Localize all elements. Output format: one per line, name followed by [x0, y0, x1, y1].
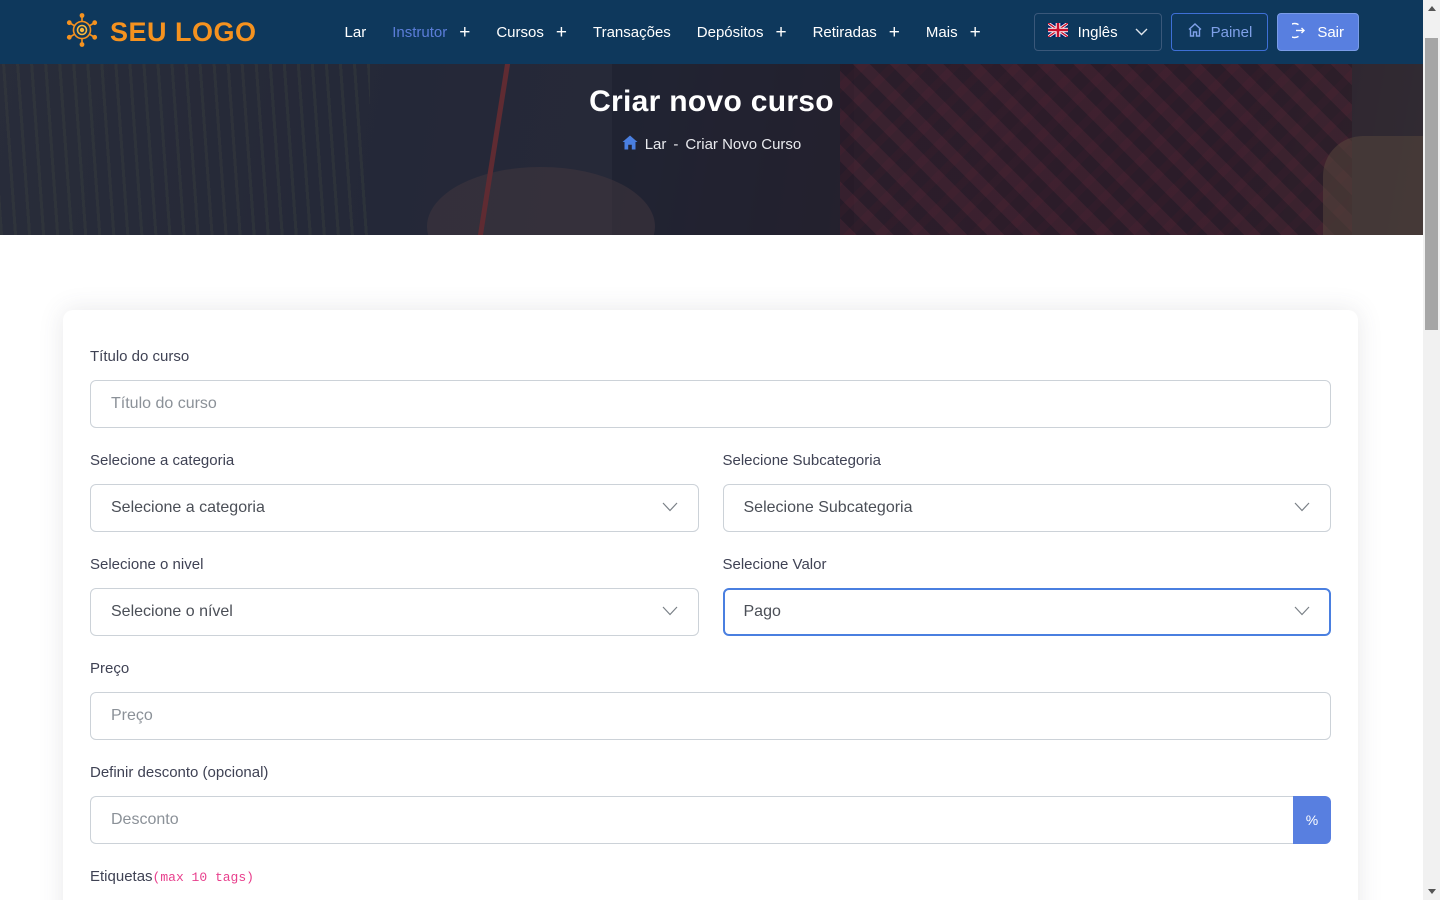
chevron-down-icon [1135, 23, 1148, 41]
logo-text: SEU LOGO [110, 17, 257, 48]
nav-link-cursos[interactable]: Cursos [496, 24, 544, 41]
language-selector[interactable]: Inglês [1034, 13, 1162, 51]
subcategory-select[interactable]: Selecione Subcategoria [723, 484, 1332, 532]
plus-icon[interactable]: + [889, 23, 900, 42]
tags-group: Etiquetas(max 10 tags) [90, 868, 1331, 900]
nav-item-lar[interactable]: Lar [345, 24, 367, 41]
navbar-right: Inglês Painel [1034, 13, 1359, 51]
breadcrumb-home-link[interactable]: Lar [645, 136, 667, 153]
plus-icon[interactable]: + [970, 23, 981, 42]
paid-label: Selecione Valor [723, 556, 1332, 573]
hero-content: Criar novo curso Lar - Criar Novo Curso [0, 64, 1423, 154]
nav-item-cursos[interactable]: Cursos + [496, 23, 567, 42]
plus-icon[interactable]: + [556, 23, 567, 42]
logo[interactable]: SEU LOGO [62, 10, 257, 55]
subcategory-group: Selecione Subcategoria Selecione Subcate… [723, 452, 1332, 532]
logout-button-label: Sair [1317, 24, 1344, 41]
price-input[interactable] [90, 692, 1331, 740]
scrollbar-up-arrow[interactable] [1423, 0, 1440, 17]
scrollbar-thumb[interactable] [1425, 38, 1438, 330]
level-row: Selecione o nivel Selecione o nível Sele… [90, 556, 1331, 660]
vertical-scrollbar[interactable] [1423, 0, 1440, 900]
nav-link-depositos[interactable]: Depósitos [697, 24, 764, 41]
discount-input[interactable] [90, 796, 1293, 844]
category-label: Selecione a categoria [90, 452, 699, 469]
course-title-label: Título do curso [90, 348, 1331, 365]
tags-label-text: Etiquetas [90, 868, 153, 885]
nav-item-retiradas[interactable]: Retiradas + [813, 23, 900, 42]
nav-item-mais[interactable]: Mais + [926, 23, 981, 42]
nav-link-instrutor[interactable]: Instrutor [392, 24, 447, 41]
paid-group: Selecione Valor Pago [723, 556, 1332, 636]
chevron-down-icon [1294, 603, 1310, 621]
price-group: Preço [90, 660, 1331, 740]
hero-banner: Criar novo curso Lar - Criar Novo Curso [0, 64, 1423, 235]
chevron-down-icon [1294, 499, 1310, 517]
panel-button-label: Painel [1211, 24, 1253, 41]
scrollbar-down-arrow[interactable] [1423, 883, 1440, 900]
level-select[interactable]: Selecione o nível [90, 588, 699, 636]
nav-menu: Lar Instrutor + Cursos + Transações Depó… [345, 23, 981, 42]
breadcrumb-current: Criar Novo Curso [685, 136, 801, 153]
plus-icon[interactable]: + [459, 23, 470, 42]
home-icon [1187, 22, 1203, 42]
category-row: Selecione a categoria Selecione a catego… [90, 452, 1331, 556]
create-course-form-card: Título do curso Selecione a categoria Se… [63, 310, 1358, 900]
category-select[interactable]: Selecione a categoria [90, 484, 699, 532]
course-title-input[interactable] [90, 380, 1331, 428]
home-icon [622, 135, 638, 154]
course-title-group: Título do curso [90, 348, 1331, 428]
chevron-down-icon [662, 499, 678, 517]
paid-select-value: Pago [744, 603, 781, 621]
nav-link-transacoes[interactable]: Transações [593, 24, 671, 41]
breadcrumb-separator: - [673, 136, 678, 153]
language-label: Inglês [1078, 24, 1118, 41]
nav-item-transacoes[interactable]: Transações [593, 24, 671, 41]
breadcrumb: Lar - Criar Novo Curso [0, 135, 1423, 154]
level-select-value: Selecione o nível [111, 603, 233, 621]
nav-link-lar[interactable]: Lar [345, 24, 367, 41]
discount-input-group: % [90, 796, 1331, 844]
tags-max-hint: (max 10 tags) [153, 870, 254, 885]
nav-link-retiradas[interactable]: Retiradas [813, 24, 877, 41]
page-title: Criar novo curso [0, 85, 1423, 119]
page: SEU LOGO Lar Instrutor + Cursos + Transa… [0, 0, 1423, 900]
subcategory-select-value: Selecione Subcategoria [744, 499, 913, 517]
uk-flag-icon [1048, 23, 1068, 42]
tags-label: Etiquetas(max 10 tags) [90, 868, 1331, 885]
nav-link-mais[interactable]: Mais [926, 24, 958, 41]
logout-button[interactable]: Sair [1277, 13, 1359, 51]
main-content: Título do curso Selecione a categoria Se… [0, 310, 1423, 900]
discount-group: Definir desconto (opcional) % [90, 764, 1331, 844]
category-group: Selecione a categoria Selecione a catego… [90, 452, 699, 532]
percent-addon: % [1293, 796, 1331, 844]
subcategory-label: Selecione Subcategoria [723, 452, 1332, 469]
panel-button[interactable]: Painel [1171, 13, 1269, 51]
chevron-down-icon [662, 603, 678, 621]
navbar: SEU LOGO Lar Instrutor + Cursos + Transa… [0, 0, 1423, 64]
level-group: Selecione o nivel Selecione o nível [90, 556, 699, 636]
discount-label: Definir desconto (opcional) [90, 764, 1331, 781]
plus-icon[interactable]: + [775, 23, 786, 42]
logout-icon [1292, 22, 1309, 43]
nav-item-depositos[interactable]: Depósitos + [697, 23, 787, 42]
nav-item-instrutor[interactable]: Instrutor + [392, 23, 470, 42]
paid-select[interactable]: Pago [723, 588, 1332, 636]
level-label: Selecione o nivel [90, 556, 699, 573]
category-select-value: Selecione a categoria [111, 499, 265, 517]
logo-icon [62, 10, 102, 55]
price-label: Preço [90, 660, 1331, 677]
